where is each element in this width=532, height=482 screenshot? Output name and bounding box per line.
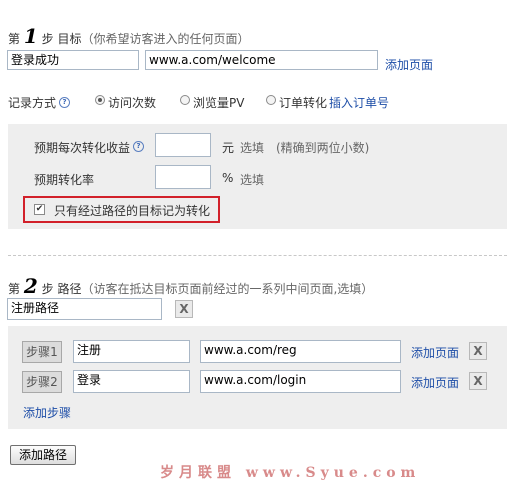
step2-hint: （访客在抵达目标页面前经过的一系列中间页面,选填） — [81, 282, 374, 296]
radio-orders[interactable] — [266, 95, 276, 105]
step1-word: 步 — [41, 32, 54, 46]
step1-header: 第 1 步 目标（你希望访客进入的任何页面） — [8, 24, 249, 48]
goal-url-input[interactable]: www.a.com/welcome — [145, 50, 378, 70]
rate-input[interactable] — [155, 165, 211, 189]
step1-add-page-link[interactable]: 添加页面 — [411, 344, 459, 361]
step2-number: 2 — [23, 274, 38, 298]
step2-add-page-link[interactable]: 添加页面 — [411, 374, 459, 391]
step1-name-input[interactable]: 注册 — [73, 340, 190, 363]
step1-hint: （你希望访客进入的任何页面） — [81, 32, 250, 46]
watermark: 岁月联盟 www.Syue.com — [160, 465, 421, 481]
radio-visits-label[interactable]: 访问次数 — [108, 94, 156, 111]
add-path-button[interactable]: 添加路径 — [10, 445, 76, 465]
add-page-link[interactable]: 添加页面 — [385, 56, 433, 73]
goal-name-input[interactable]: 登录成功 — [7, 50, 139, 70]
step1-prefix: 第 — [8, 32, 21, 46]
step1-url-input[interactable]: www.a.com/reg — [200, 340, 401, 363]
remove-step2-button[interactable]: X — [469, 372, 487, 390]
only-path-label[interactable]: 只有经过路径的目标记为转化 — [54, 202, 210, 219]
rate-note: 选填 — [240, 173, 265, 187]
revenue-input[interactable] — [155, 133, 211, 157]
step2-url-input[interactable]: www.a.com/login — [200, 370, 401, 393]
step2-name-input[interactable]: 登录 — [73, 370, 190, 393]
step1-title: 目标 — [57, 32, 82, 46]
revenue-note: 选填 (精确到两位小数) — [240, 141, 370, 155]
radio-visits[interactable] — [95, 95, 105, 105]
step2-word: 步 — [41, 282, 54, 296]
path-name-input[interactable]: 注册路径 — [7, 298, 162, 320]
remove-step1-button[interactable]: X — [469, 342, 487, 360]
record-method-label: 记录方式 — [8, 96, 57, 110]
rate-label: 预期转化率 — [34, 173, 95, 187]
only-path-checkbox[interactable]: ✔ — [34, 204, 45, 215]
revenue-unit: 元 — [222, 141, 235, 155]
step1-badge: 步骤1 — [22, 341, 62, 363]
help-icon[interactable]: ? — [59, 97, 70, 108]
radio-pageviews-label[interactable]: 浏览量PV — [193, 94, 244, 111]
add-step-link[interactable]: 添加步骤 — [23, 404, 71, 421]
remove-path-button[interactable]: X — [175, 300, 193, 318]
step2-header: 第 2 步 路径（访客在抵达目标页面前经过的一系列中间页面,选填） — [8, 274, 373, 298]
section-divider — [8, 255, 507, 256]
step2-badge: 步骤2 — [22, 371, 62, 393]
step1-number: 1 — [23, 24, 38, 48]
step2-prefix: 第 — [8, 282, 21, 296]
rate-unit: % — [222, 171, 234, 185]
insert-order-link[interactable]: 插入订单号 — [329, 94, 389, 111]
radio-pageviews[interactable] — [180, 95, 190, 105]
revenue-label: 预期每次转化收益 — [34, 141, 131, 155]
help-icon[interactable]: ? — [133, 141, 144, 152]
radio-orders-label[interactable]: 订单转化 — [279, 94, 327, 111]
step2-title: 路径 — [57, 282, 82, 296]
